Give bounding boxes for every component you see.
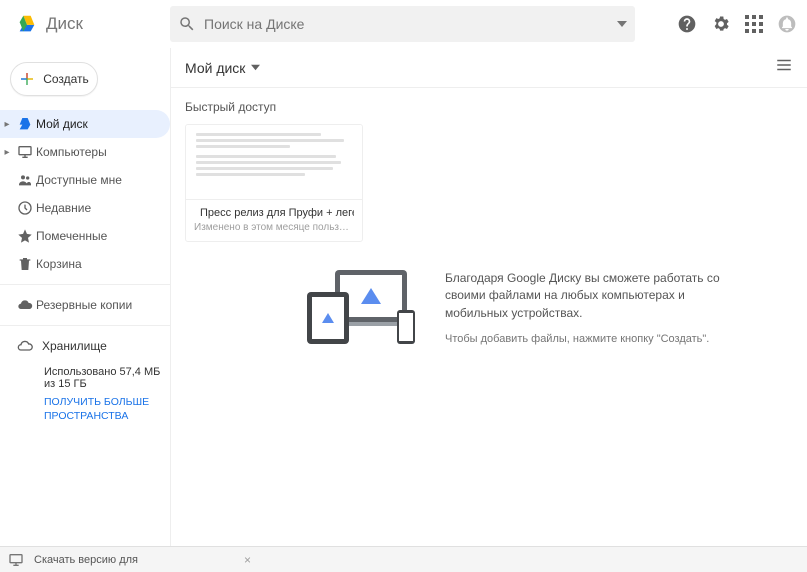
list-view-icon[interactable] (775, 56, 793, 79)
search-icon (178, 15, 196, 33)
computers-icon (14, 144, 36, 160)
nav-starred[interactable]: Помеченные (0, 222, 170, 250)
breadcrumb-my-drive[interactable]: Мой диск (185, 60, 260, 76)
help-icon[interactable] (677, 14, 697, 34)
notifications-icon[interactable] (777, 14, 797, 34)
drive-icon (14, 116, 36, 132)
chevron-down-icon (251, 63, 260, 72)
apps-icon[interactable] (745, 15, 763, 33)
create-button[interactable]: Создать (10, 62, 98, 96)
trash-icon (14, 256, 36, 272)
download-banner[interactable]: Скачать версию для × (0, 546, 807, 572)
settings-icon[interactable] (711, 14, 731, 34)
card-title: Пресс релиз для Пруфи + легенда ... (200, 207, 354, 219)
expand-icon[interactable]: ▸ (0, 119, 14, 130)
star-icon (14, 228, 36, 244)
nav-trash[interactable]: Корзина (0, 250, 170, 278)
download-text: Скачать версию для (34, 554, 138, 566)
storage-usage: Использовано 57,4 МБ из 15 ГБ (44, 366, 162, 390)
create-label: Создать (43, 72, 89, 86)
drive-logo-block[interactable]: Диск (16, 13, 170, 35)
empty-state-illustration (301, 270, 421, 350)
close-icon[interactable]: × (244, 553, 251, 567)
nav-backups[interactable]: Резервные копии (0, 291, 170, 319)
empty-text-primary: Благодаря Google Диску вы сможете работа… (445, 270, 725, 322)
get-more-storage-link[interactable]: ПОЛУЧИТЬ БОЛЬШЕ ПРОСТРАНСТВА (44, 396, 162, 423)
drive-logo-icon (16, 13, 38, 35)
empty-text-secondary: Чтобы добавить файлы, нажмите кнопку "Со… (445, 332, 725, 348)
expand-icon[interactable]: ▸ (0, 147, 14, 158)
nav-storage[interactable]: Хранилище (0, 332, 170, 360)
doc-thumbnail (186, 125, 362, 199)
nav-recent[interactable]: Недавние (0, 194, 170, 222)
nav-my-drive[interactable]: ▸ Мой диск (0, 110, 170, 138)
shared-icon (14, 172, 36, 188)
search-dropdown-icon[interactable] (617, 19, 627, 29)
recent-icon (14, 200, 36, 216)
nav-computers[interactable]: ▸ Компьютеры (0, 138, 170, 166)
search-input[interactable] (196, 16, 617, 32)
quick-access-title: Быстрый доступ (171, 88, 807, 124)
quick-access-card[interactable]: Пресс релиз для Пруфи + легенда ... Изме… (185, 124, 363, 242)
desktop-icon (8, 552, 24, 568)
search-bar[interactable] (170, 6, 635, 42)
nav-shared[interactable]: Доступные мне (0, 166, 170, 194)
plus-icon (19, 71, 35, 87)
card-subtitle: Изменено в этом месяце пользователем ... (194, 222, 354, 233)
cloud-icon (14, 297, 36, 313)
cloud-outline-icon (14, 338, 36, 354)
app-name: Диск (46, 14, 83, 34)
